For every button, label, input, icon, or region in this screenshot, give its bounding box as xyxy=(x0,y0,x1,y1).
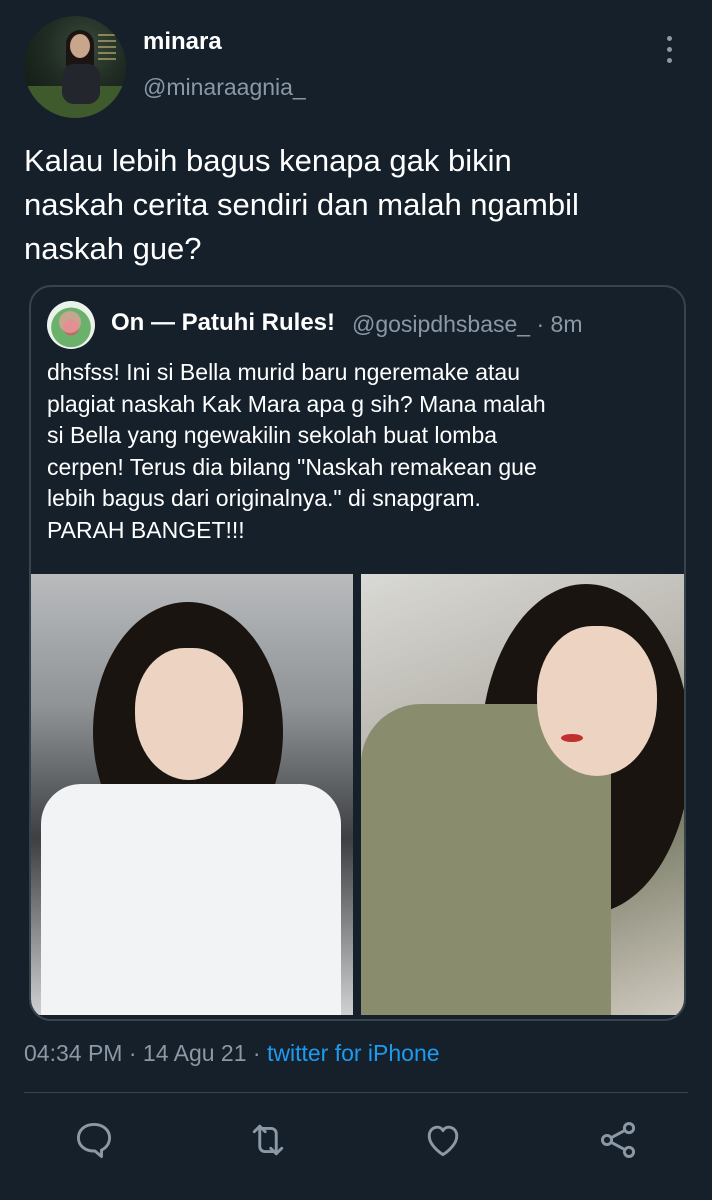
more-options-icon[interactable] xyxy=(655,34,683,70)
photo-left-face xyxy=(135,648,243,780)
avatar[interactable] xyxy=(24,16,126,118)
photo-right-face xyxy=(537,626,657,776)
media-photo-right[interactable] xyxy=(361,574,684,1015)
heart-icon[interactable] xyxy=(421,1118,465,1162)
tweet-source-link[interactable]: twitter for iPhone xyxy=(267,1040,440,1066)
tweet-date: 14 Agu 21 xyxy=(142,1040,247,1066)
timestamp-separator: · xyxy=(122,1040,143,1066)
quoted-text: dhsfss! Ini si Bella murid baru ngeremak… xyxy=(47,359,546,543)
avatar-lights xyxy=(98,34,116,64)
photo-left-shirt xyxy=(41,784,341,1015)
quoted-age: 8m xyxy=(550,311,583,337)
quoted-display-name[interactable]: On — Patuhi Rules! xyxy=(111,309,335,337)
share-icon[interactable] xyxy=(596,1118,640,1162)
tweet-time: 04:34 PM xyxy=(24,1040,123,1066)
avatar-figure-head xyxy=(70,34,90,58)
tweet-text: Kalau lebih bagus kenapa gak bikin naska… xyxy=(24,143,579,266)
quoted-handle: @gosipdhsbase_ xyxy=(352,311,531,337)
avatar-figure-body xyxy=(62,64,100,104)
media-photo-left[interactable] xyxy=(31,574,353,1015)
quoted-handle-line: @gosipdhsbase_ · 8m xyxy=(352,311,583,338)
timestamp-separator: · xyxy=(246,1040,267,1066)
display-name[interactable]: minara xyxy=(143,28,222,56)
quoted-media xyxy=(31,574,684,1019)
user-handle[interactable]: @minaraagnia_ xyxy=(143,74,306,101)
action-divider xyxy=(24,1092,688,1093)
retweet-icon[interactable] xyxy=(246,1118,290,1162)
photo-right-lips xyxy=(561,734,583,742)
quoted-avatar[interactable] xyxy=(47,301,95,349)
quoted-separator: · xyxy=(530,311,551,337)
reply-icon[interactable] xyxy=(72,1118,116,1162)
quoted-tweet[interactable]: On — Patuhi Rules! @gosipdhsbase_ · 8m d… xyxy=(29,285,686,1021)
tweet-timestamp: 04:34 PM · 14 Agu 21 · twitter for iPhon… xyxy=(24,1040,440,1067)
